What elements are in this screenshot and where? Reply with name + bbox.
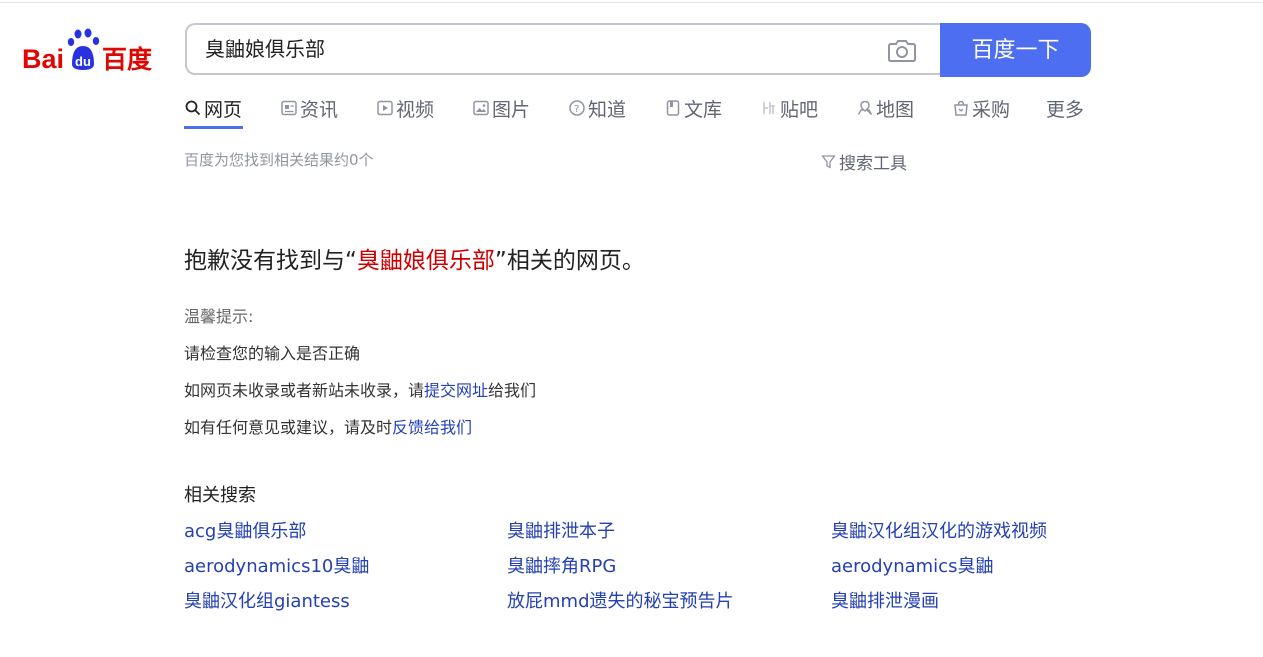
tab-label: 地图 bbox=[876, 98, 915, 121]
related-search-link[interactable]: 臭鼬汉化组giantess bbox=[184, 587, 350, 613]
tip-line-2: 如网页未收录或者新站未收录，请提交网址给我们 bbox=[184, 381, 536, 418]
search-icon bbox=[184, 100, 201, 117]
question-icon: ? bbox=[568, 100, 585, 117]
tab-label: 视频 bbox=[396, 98, 435, 121]
shopping-icon bbox=[952, 100, 969, 117]
related-searches-title: 相关搜索 bbox=[184, 485, 256, 506]
tip-line-3: 如有任何意见或建议，请及时反馈给我们 bbox=[184, 418, 536, 455]
search-bar: 百度一下 bbox=[185, 23, 1091, 77]
tab-web[interactable]: 网页 bbox=[184, 93, 242, 123]
related-search-link[interactable]: aerodynamics10臭鼬 bbox=[184, 552, 369, 578]
tip-line-1: 请检查您的输入是否正确 bbox=[184, 344, 361, 363]
no-result-keyword: 臭鼬娘俱乐部 bbox=[356, 248, 495, 274]
open-quote: “ bbox=[345, 248, 357, 274]
related-search-link[interactable]: 臭鼬排泄漫画 bbox=[831, 587, 939, 613]
submit-url-link[interactable]: 提交网址 bbox=[424, 381, 488, 400]
search-tools-button[interactable]: 搜索工具 bbox=[821, 149, 907, 174]
tab-more[interactable]: 更多 bbox=[1046, 93, 1084, 123]
tab-label: 采购 bbox=[972, 98, 1011, 121]
search-button[interactable]: 百度一下 bbox=[940, 23, 1091, 77]
baidu-logo[interactable]: Bai du 百度 bbox=[22, 28, 162, 72]
tab-map[interactable]: 地图 bbox=[856, 93, 914, 123]
tip-text: 给我们 bbox=[488, 381, 537, 400]
tab-label: 文库 bbox=[684, 98, 723, 121]
related-search-link[interactable]: aerodynamics臭鼬 bbox=[831, 552, 993, 578]
top-divider bbox=[0, 2, 1263, 3]
svg-text:百度: 百度 bbox=[102, 45, 152, 72]
document-icon bbox=[664, 100, 681, 117]
no-result-message: 抱歉没有找到与“臭鼬娘俱乐部”相关的网页。 bbox=[184, 241, 645, 275]
search-tools-label: 搜索工具 bbox=[839, 154, 907, 174]
tab-shopping[interactable]: 采购 bbox=[952, 93, 1010, 123]
related-search-link[interactable]: 臭鼬排泄本子 bbox=[507, 517, 615, 543]
tab-label: 更多 bbox=[1046, 98, 1085, 121]
related-search-link[interactable]: 臭鼬汉化组汉化的游戏视频 bbox=[831, 517, 1047, 543]
tips-title: 温馨提示: bbox=[184, 307, 254, 326]
result-count: 百度为您找到相关结果约0个 bbox=[184, 151, 374, 169]
svg-text:Bai: Bai bbox=[22, 44, 64, 72]
tab-label: 知道 bbox=[588, 98, 627, 121]
tab-images[interactable]: 图片 bbox=[472, 93, 530, 123]
tab-tieba[interactable]: 贴吧 bbox=[760, 93, 818, 123]
tip-text: 如有任何意见或建议，请及时 bbox=[184, 418, 393, 437]
no-result-prefix: 抱歉没有找到与 bbox=[184, 248, 345, 274]
filter-icon bbox=[821, 154, 836, 169]
svg-text:?: ? bbox=[574, 104, 579, 115]
active-tab-indicator bbox=[184, 126, 243, 129]
feedback-link[interactable]: 反馈给我们 bbox=[392, 418, 472, 437]
tab-news[interactable]: 资讯 bbox=[280, 93, 338, 123]
tab-label: 贴吧 bbox=[780, 98, 819, 121]
video-icon bbox=[376, 100, 393, 117]
tab-video[interactable]: 视频 bbox=[376, 93, 434, 123]
search-input[interactable] bbox=[205, 25, 865, 73]
close-quote: ” bbox=[494, 248, 507, 274]
tab-wenku[interactable]: 文库 bbox=[664, 93, 722, 123]
tab-zhidao[interactable]: ? 知道 bbox=[568, 93, 626, 123]
tab-label: 图片 bbox=[492, 98, 531, 121]
news-icon bbox=[280, 100, 297, 117]
no-result-suffix: 相关的网页。 bbox=[506, 248, 645, 274]
tip-text: 如网页未收录或者新站未收录，请 bbox=[184, 381, 425, 400]
tab-label: 网页 bbox=[204, 98, 243, 121]
svg-text:du: du bbox=[75, 54, 91, 69]
image-icon bbox=[472, 100, 489, 117]
tab-label: 资讯 bbox=[300, 98, 339, 121]
related-search-link[interactable]: 臭鼬摔角RPG bbox=[507, 552, 616, 578]
related-search-link[interactable]: 放屁mmd遗失的秘宝预告片 bbox=[507, 587, 734, 613]
search-box bbox=[185, 23, 942, 75]
tips-section: 温馨提示: 请检查您的输入是否正确 如网页未收录或者新站未收录，请提交网址给我们… bbox=[184, 307, 536, 455]
camera-icon[interactable] bbox=[887, 37, 917, 63]
map-icon bbox=[856, 100, 873, 117]
related-search-link[interactable]: acg臭鼬俱乐部 bbox=[184, 517, 306, 543]
tieba-icon bbox=[760, 100, 777, 117]
